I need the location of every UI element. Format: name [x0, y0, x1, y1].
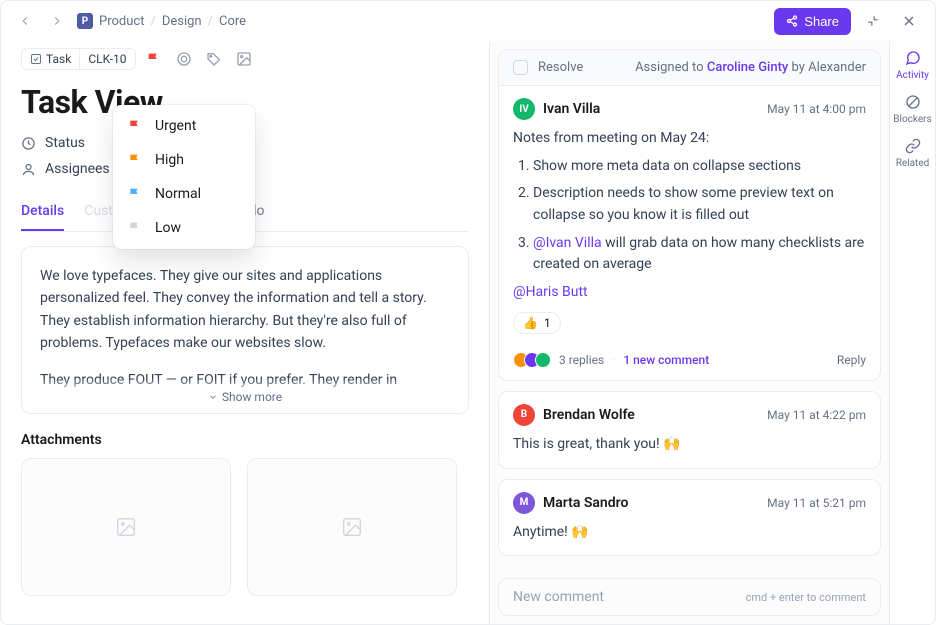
comment-card: B Brendan Wolfe May 11 at 4:22 pm This i… — [498, 391, 881, 469]
task-type-badge[interactable]: Task — [21, 48, 80, 70]
avatar: B — [513, 404, 535, 426]
comment-timestamp: May 11 at 4:22 pm — [767, 408, 866, 422]
assigned-to-label: Assigned to Caroline Ginty by Alexander — [635, 60, 866, 75]
new-comment-indicator[interactable]: 1 new comment — [623, 353, 709, 367]
priority-option-normal[interactable]: Normal — [113, 177, 255, 211]
task-id-badge[interactable]: CLK-10 — [80, 48, 135, 70]
priority-option-urgent[interactable]: Urgent — [113, 109, 255, 143]
priority-option-high[interactable]: High — [113, 143, 255, 177]
avatar: IV — [513, 98, 535, 120]
description-paragraph: We love typefaces. They give our sites a… — [40, 265, 450, 355]
status-icon — [21, 135, 37, 151]
share-button[interactable]: Share — [774, 8, 851, 35]
rail-related[interactable]: Related — [896, 137, 930, 169]
close-icon[interactable] — [895, 7, 923, 35]
attachments-heading: Attachments — [21, 432, 469, 448]
comment-body: This is great, thank you! 🙌 — [513, 434, 866, 456]
composer-hint: cmd + enter to comment — [746, 591, 866, 604]
reply-button[interactable]: Reply — [837, 353, 866, 367]
reaction-pill[interactable]: 👍 1 — [513, 312, 561, 334]
comment-body: Anytime! 🙌 — [513, 522, 866, 544]
attachment-placeholder[interactable] — [21, 458, 231, 596]
crumb-product[interactable]: Product — [99, 14, 144, 29]
new-comment-input[interactable]: New comment cmd + enter to comment — [498, 578, 881, 616]
comment-timestamp: May 11 at 5:21 pm — [767, 496, 866, 510]
chat-icon — [904, 49, 922, 67]
resolve-checkbox[interactable] — [513, 60, 528, 75]
description-card: We love typefaces. They give our sites a… — [21, 246, 469, 414]
link-icon — [904, 137, 922, 155]
comment-author: Brendan Wolfe — [543, 407, 635, 423]
tag-icon[interactable] — [206, 51, 222, 67]
workspace-icon: P — [77, 13, 93, 29]
comment-body: Notes from meeting on May 24: Show more … — [513, 128, 866, 304]
priority-option-low[interactable]: Low — [113, 211, 255, 245]
tab-details[interactable]: Details — [21, 195, 64, 231]
nav-back[interactable] — [13, 9, 37, 33]
block-icon — [904, 93, 922, 111]
attachment-placeholder[interactable] — [247, 458, 457, 596]
mention[interactable]: @Ivan Villa — [533, 235, 605, 251]
resolve-label: Resolve — [538, 60, 583, 75]
rail-activity[interactable]: Activity — [896, 49, 929, 81]
target-icon[interactable] — [176, 51, 192, 67]
reply-avatars — [513, 352, 551, 368]
avatar: M — [513, 492, 535, 514]
comment-author: Ivan Villa — [543, 101, 600, 117]
breadcrumb: P Product/ Design/ Core — [77, 13, 246, 29]
nav-forward[interactable] — [45, 9, 69, 33]
assignee-link[interactable]: Caroline Ginty — [707, 60, 788, 75]
priority-dropdown: Urgent High Normal Low — [113, 105, 255, 249]
comment-thread: Resolve Assigned to Caroline Ginty by Al… — [498, 49, 881, 381]
comment-timestamp: May 11 at 4:00 pm — [767, 102, 866, 116]
crumb-core[interactable]: Core — [219, 14, 246, 29]
mention[interactable]: @Haris Butt — [513, 282, 866, 304]
show-more-button[interactable]: Show more — [22, 378, 468, 413]
comment-author: Marta Sandro — [543, 495, 628, 511]
collapse-icon[interactable] — [859, 7, 887, 35]
composer-placeholder: New comment — [513, 589, 604, 605]
flag-icon[interactable] — [146, 51, 162, 67]
person-icon — [21, 161, 37, 177]
image-icon[interactable] — [236, 51, 252, 67]
crumb-design[interactable]: Design — [162, 14, 202, 29]
reply-count: 3 replies — [559, 353, 604, 367]
comment-card: M Marta Sandro May 11 at 5:21 pm Anytime… — [498, 479, 881, 557]
rail-blockers[interactable]: Blockers — [893, 93, 931, 125]
